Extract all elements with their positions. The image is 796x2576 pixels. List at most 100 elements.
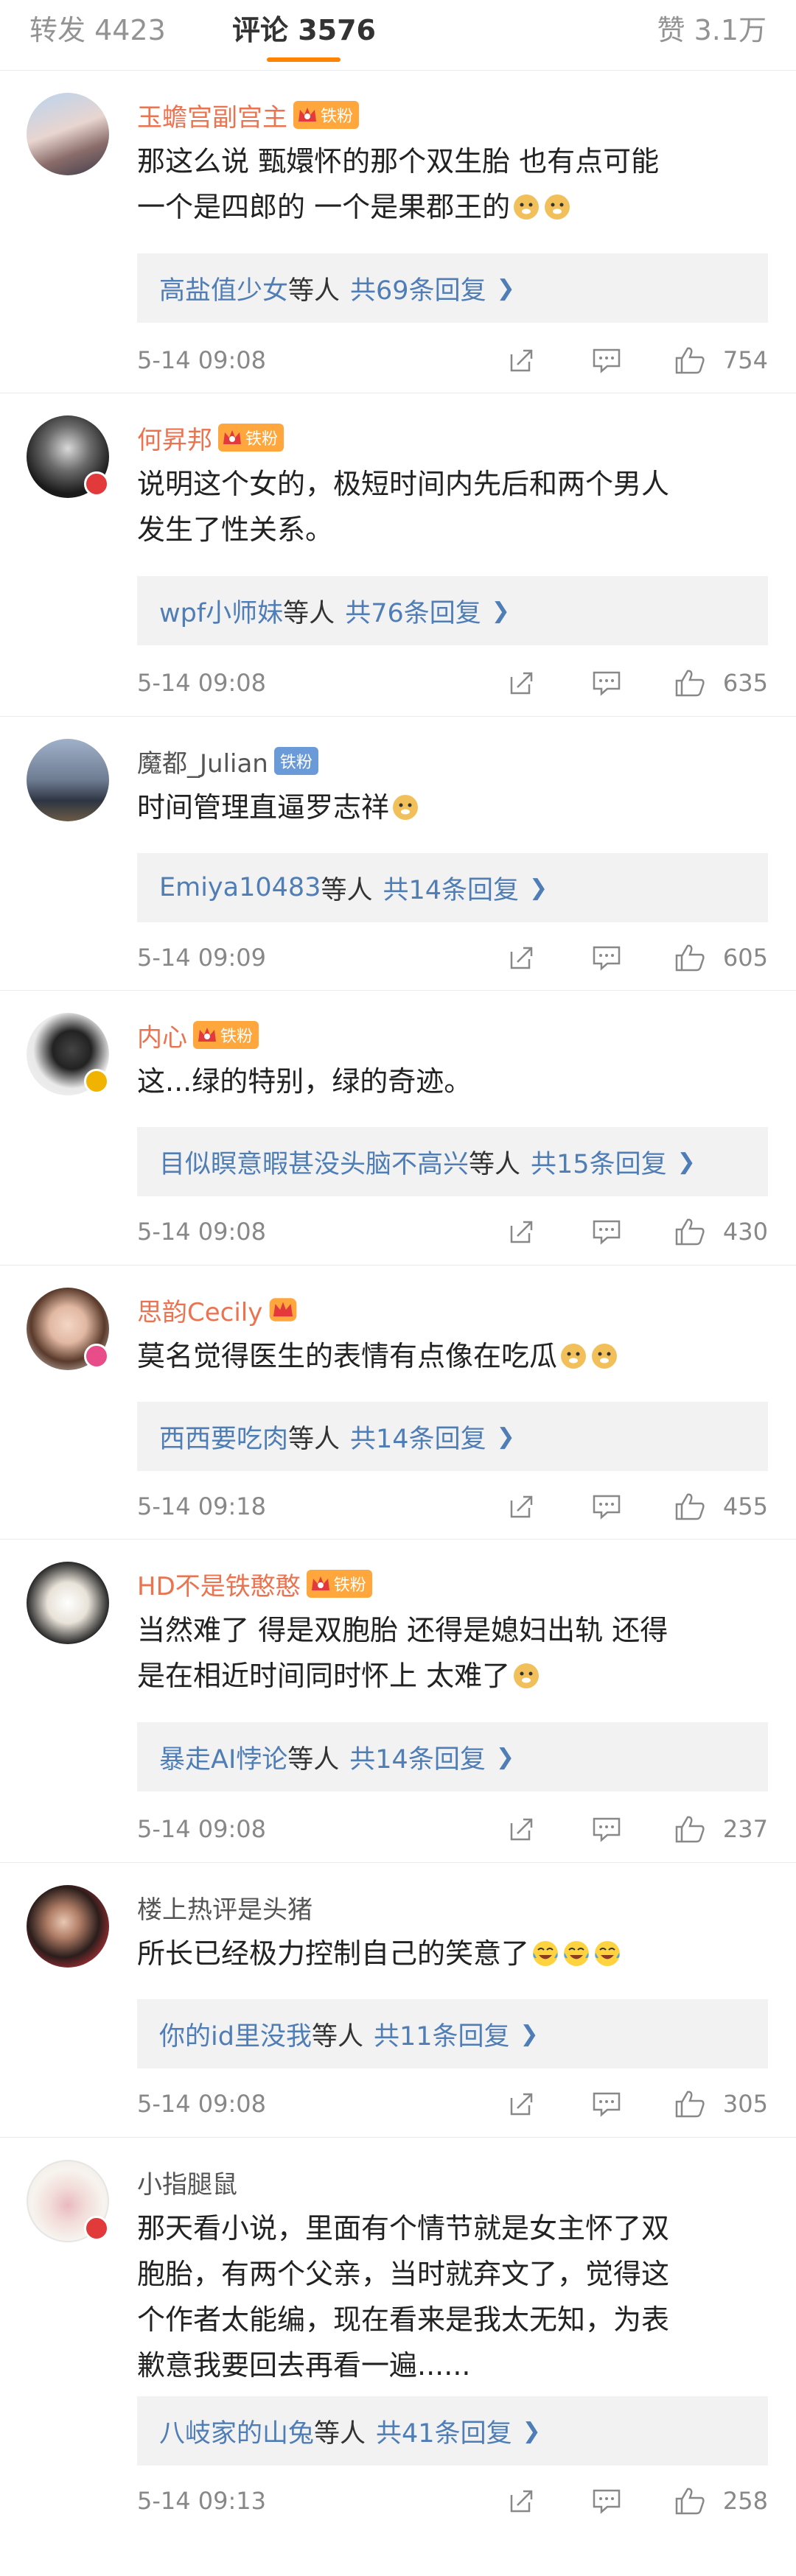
reply-count[interactable]: 共14条回复 [349, 1738, 486, 1776]
reply-summary[interactable]: 目似瞑意暇甚没头脑不高兴 等人 共15条回复 ❯ [137, 1127, 768, 1196]
share-icon[interactable] [507, 2089, 537, 2119]
comment-item: 楼上热评是头猪 所长已经极力控制自己的笑意了 你的id里没我 等人 共11条回复… [0, 1863, 796, 2138]
share-icon[interactable] [507, 943, 537, 972]
tab-repost[interactable]: 转发 4423 [29, 7, 166, 48]
chevron-right-icon: ❯ [522, 2418, 541, 2444]
comment-line: 说明这个女的，极短时间内先后和两个男人 [137, 468, 670, 500]
like-icon[interactable] [674, 1814, 706, 1845]
reply-count[interactable]: 共14条回复 [350, 1418, 486, 1456]
like-icon[interactable] [674, 345, 706, 376]
reply-summary[interactable]: 八岐家的山兔 等人 共41条回复 ❯ [137, 2396, 768, 2466]
share-icon[interactable] [507, 2486, 537, 2516]
commenter-name[interactable]: 玉蟾宫副宫主 [137, 97, 287, 133]
comment-meta: 5-14 09:08 754 [137, 342, 796, 379]
share-icon[interactable] [507, 668, 537, 698]
reply-count[interactable]: 共41条回复 [376, 2412, 512, 2450]
reply-count[interactable]: 共76条回复 [345, 592, 481, 630]
comment-icon[interactable] [591, 1492, 622, 1521]
like-icon[interactable] [674, 2485, 706, 2516]
reply-suffix: 等人 [311, 2021, 363, 2052]
fan-badge: 铁粉 [306, 1570, 372, 1598]
reply-users[interactable]: 高盐值少女 [159, 270, 288, 307]
commenter-name[interactable]: 思韵Cecily [137, 1292, 262, 1328]
reply-users[interactable]: wpf小师妹 [159, 592, 283, 630]
comment-line: 那天看小说，里面有个情节就是女主怀了双 [137, 2212, 670, 2245]
share-icon[interactable] [507, 345, 537, 375]
fan-badge: 铁粉 [273, 747, 318, 775]
comment-text: 时间管理直逼罗志祥 [137, 785, 768, 830]
doge-emoji-icon [393, 795, 419, 820]
comment-line: 发生了性关系。 [137, 513, 334, 546]
comment-icon[interactable] [591, 2089, 622, 2119]
commenter-name[interactable]: 楼上热评是头猪 [137, 1889, 313, 1926]
comment-item: 内心 铁粉 这...绿的特别，绿的奇迹。 目似瞑意暇甚没头脑不高兴 等人 共15… [0, 991, 796, 1266]
avatar[interactable] [27, 739, 109, 821]
fan-badge: 铁粉 [293, 101, 360, 129]
share-icon[interactable] [507, 1814, 537, 1844]
reply-suffix: 等人 [321, 875, 373, 905]
commenter-name[interactable]: 小指腿鼠 [137, 2164, 237, 2200]
reply-users[interactable]: 目似瞑意暇甚没头脑不高兴 [159, 1143, 469, 1181]
chevron-right-icon: ❯ [495, 1744, 514, 1770]
like-icon[interactable] [674, 942, 706, 973]
reply-users[interactable]: 八岐家的山兔 [159, 2412, 314, 2450]
like-icon[interactable] [674, 1491, 706, 1522]
reply-suffix: 等人 [288, 1424, 341, 1454]
comment-text: 当然难了 得是双胞胎 还得是媳妇出轨 还得 是在相近时间同时怀上 太难了 [137, 1607, 768, 1699]
commenter-name[interactable]: 何昇邦 [137, 420, 212, 456]
comment-meta: 5-14 09:08 237 [137, 1811, 796, 1847]
chevron-right-icon: ❯ [496, 275, 515, 301]
comment-meta: 5-14 09:09 605 [137, 939, 796, 976]
reply-count[interactable]: 共14条回复 [383, 869, 519, 907]
like-icon[interactable] [674, 667, 706, 698]
reply-users[interactable]: Emiya10483 [159, 873, 321, 902]
comment-line: 所长已经极力控制自己的笑意了 [137, 1931, 768, 1976]
avatar[interactable] [27, 1562, 109, 1644]
reply-summary[interactable]: 高盐值少女 等人 共69条回复 ❯ [137, 253, 768, 323]
reply-users[interactable]: 西西要吃肉 [159, 1418, 288, 1456]
comment-line: 个作者太能编，现在看来是我太无知，为表 [137, 2303, 670, 2336]
comment-icon[interactable] [591, 1814, 622, 1844]
fan-badge-label: 铁粉 [333, 1576, 366, 1595]
crown-icon [198, 1028, 216, 1042]
comment-line-text: 莫名觉得医生的表情有点像在吃瓜 [137, 1340, 558, 1372]
chevron-right-icon: ❯ [491, 597, 510, 624]
like-icon[interactable] [674, 1216, 706, 1247]
avatar[interactable] [27, 93, 109, 175]
comment-icon[interactable] [591, 1217, 622, 1246]
reply-summary[interactable]: wpf小师妹 等人 共76条回复 ❯ [137, 576, 768, 645]
comment-meta: 5-14 09:08 430 [137, 1213, 796, 1250]
commenter-name[interactable]: HD不是铁憨憨 [137, 1566, 301, 1602]
comment-line: 当然难了 得是双胞胎 还得是媳妇出轨 还得 [137, 1614, 668, 1646]
laugh-cry-emoji-icon [595, 1941, 621, 1966]
tab-likes[interactable]: 赞 3.1万 [657, 7, 767, 48]
comment-icon[interactable] [591, 943, 622, 972]
doge-emoji-icon [514, 1663, 540, 1688]
commenter-name[interactable]: 魔都_Julian [137, 743, 268, 779]
reply-count[interactable]: 共15条回复 [531, 1143, 667, 1181]
reply-summary[interactable]: 暴走AI悖论 等人 共14条回复 ❯ [137, 1722, 768, 1791]
reply-summary[interactable]: 你的id里没我 等人 共11条回复 ❯ [137, 1999, 768, 2068]
comment-icon[interactable] [591, 668, 622, 698]
reply-summary[interactable]: 西西要吃肉 等人 共14条回复 ❯ [137, 1402, 768, 1471]
reply-suffix: 等人 [283, 598, 335, 628]
reply-count[interactable]: 共69条回复 [350, 270, 486, 307]
comment-icon[interactable] [591, 345, 622, 375]
reply-users[interactable]: 暴走AI悖论 [159, 1738, 287, 1776]
like-count: 305 [722, 2090, 768, 2118]
tab-comments[interactable]: 评论 3576 [232, 7, 376, 48]
avatar[interactable] [27, 1885, 109, 1968]
reply-count[interactable]: 共11条回复 [374, 2015, 510, 2053]
like-count: 237 [722, 1815, 768, 1843]
share-icon[interactable] [507, 1217, 537, 1246]
laugh-cry-emoji-icon [533, 1941, 559, 1966]
reply-summary[interactable]: Emiya10483 等人 共14条回复 ❯ [137, 853, 768, 922]
reply-users[interactable]: 你的id里没我 [159, 2015, 312, 2053]
like-icon[interactable] [674, 2088, 706, 2119]
crown-icon [311, 1576, 329, 1590]
comment-icon[interactable] [591, 2486, 622, 2516]
commenter-name[interactable]: 内心 [137, 1017, 187, 1053]
comment-line: 胞胎，有两个父亲，当时就弃文了，觉得这 [137, 2258, 670, 2290]
share-icon[interactable] [507, 1492, 537, 1521]
like-count: 430 [722, 1218, 768, 1246]
